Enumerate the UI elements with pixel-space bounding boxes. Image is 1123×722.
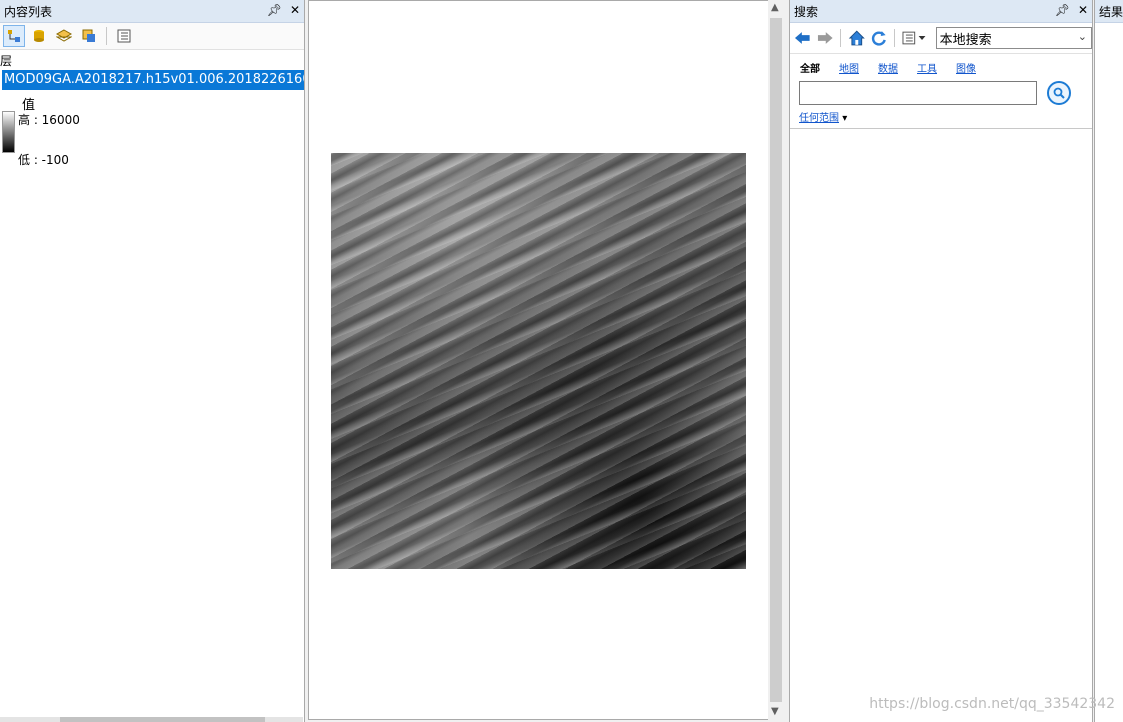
caret-down-icon: ▾	[842, 113, 848, 124]
toc-toolbar	[0, 23, 304, 50]
map-vertical-scrollbar[interactable]: ▲ ▼	[768, 0, 784, 722]
tab-data[interactable]: 数据	[878, 60, 898, 75]
tab-tools[interactable]: 工具	[917, 60, 937, 75]
options-button[interactable]	[113, 25, 135, 47]
search-scope-select[interactable]: 本地搜索 ⌄	[935, 27, 1092, 49]
pin-icon[interactable]: 📌︎	[267, 3, 282, 17]
extent-dropdown[interactable]: 任何范围 ▾	[790, 105, 1092, 124]
scroll-down-icon[interactable]: ▼	[771, 706, 779, 717]
search-scope-value: 本地搜索	[939, 32, 992, 48]
search-icon	[1053, 87, 1065, 99]
toolbar-separator	[894, 29, 896, 47]
legend-low-value: 低 : -100	[18, 153, 69, 167]
search-input[interactable]	[799, 81, 1037, 105]
view-options-icon[interactable]	[902, 30, 927, 46]
layers-icon	[56, 29, 72, 42]
layer-item[interactable]: MOD09GA.A2018217.h15v01.006.201822616031…	[2, 70, 304, 90]
results-title-bar: 结果	[1095, 0, 1123, 23]
toc-pane: 内容列表 📌︎ ✕ 层 MOD09GA.A2018217.h15v01.006.…	[0, 0, 305, 722]
extent-label: 任何范围	[799, 113, 839, 124]
tab-maps[interactable]: 地图	[839, 60, 859, 75]
search-toolbar: 本地搜索 ⌄	[790, 23, 1092, 54]
map-view[interactable]	[308, 0, 770, 720]
toolbar-separator	[106, 27, 107, 45]
search-title: 搜索	[794, 4, 819, 19]
color-ramp	[2, 111, 15, 153]
chevron-down-icon: ⌄	[1077, 30, 1087, 43]
forward-arrow-icon[interactable]	[816, 30, 834, 46]
layers-label: 层	[0, 54, 13, 68]
toolbar-separator	[840, 29, 842, 47]
list-by-visibility-button[interactable]	[53, 25, 75, 47]
search-button[interactable]	[1047, 81, 1071, 105]
search-row	[790, 75, 1092, 105]
home-icon[interactable]	[848, 29, 866, 47]
search-tabs: 全部 地图 数据 工具 图像	[790, 54, 1092, 75]
pin-icon[interactable]: 📌︎	[1055, 3, 1070, 17]
watermark-text: https://blog.csdn.net/qq_33542342	[869, 696, 1115, 712]
list-options-icon	[117, 29, 131, 43]
drawing-order-icon	[8, 30, 20, 42]
toc-horizontal-scrollbar[interactable]	[0, 717, 303, 722]
raster-image	[331, 153, 746, 569]
search-title-bar: 搜索 📌︎ ✕	[790, 0, 1092, 23]
results-title: 结果	[1099, 4, 1123, 19]
scroll-up-icon[interactable]: ▲	[771, 2, 779, 13]
close-icon[interactable]: ✕	[1078, 3, 1088, 17]
back-arrow-icon[interactable]	[794, 30, 812, 46]
list-by-source-button[interactable]	[28, 25, 50, 47]
selection-icon	[82, 29, 95, 42]
toc-body: 层 MOD09GA.A2018217.h15v01.006.2018226160…	[0, 50, 304, 167]
refresh-icon[interactable]	[870, 29, 888, 47]
tab-all[interactable]: 全部	[800, 60, 820, 75]
list-by-selection-button[interactable]	[78, 25, 100, 47]
toc-title-bar: 内容列表 📌︎ ✕	[0, 0, 304, 23]
search-pane: 搜索 📌︎ ✕ 本地搜索 ⌄ 全部 地图 数据 工具 图像 任何范围 ▾	[789, 0, 1093, 722]
database-icon	[34, 30, 44, 42]
legend-high-value: 高 : 16000	[18, 113, 80, 127]
results-pane: 结果	[1094, 0, 1123, 722]
search-divider	[790, 128, 1092, 129]
close-icon[interactable]: ✕	[290, 3, 300, 17]
toc-title: 内容列表	[4, 4, 53, 19]
tab-images[interactable]: 图像	[956, 60, 976, 75]
list-by-drawing-order-button[interactable]	[3, 25, 25, 47]
scrollbar-thumb[interactable]	[770, 18, 782, 702]
